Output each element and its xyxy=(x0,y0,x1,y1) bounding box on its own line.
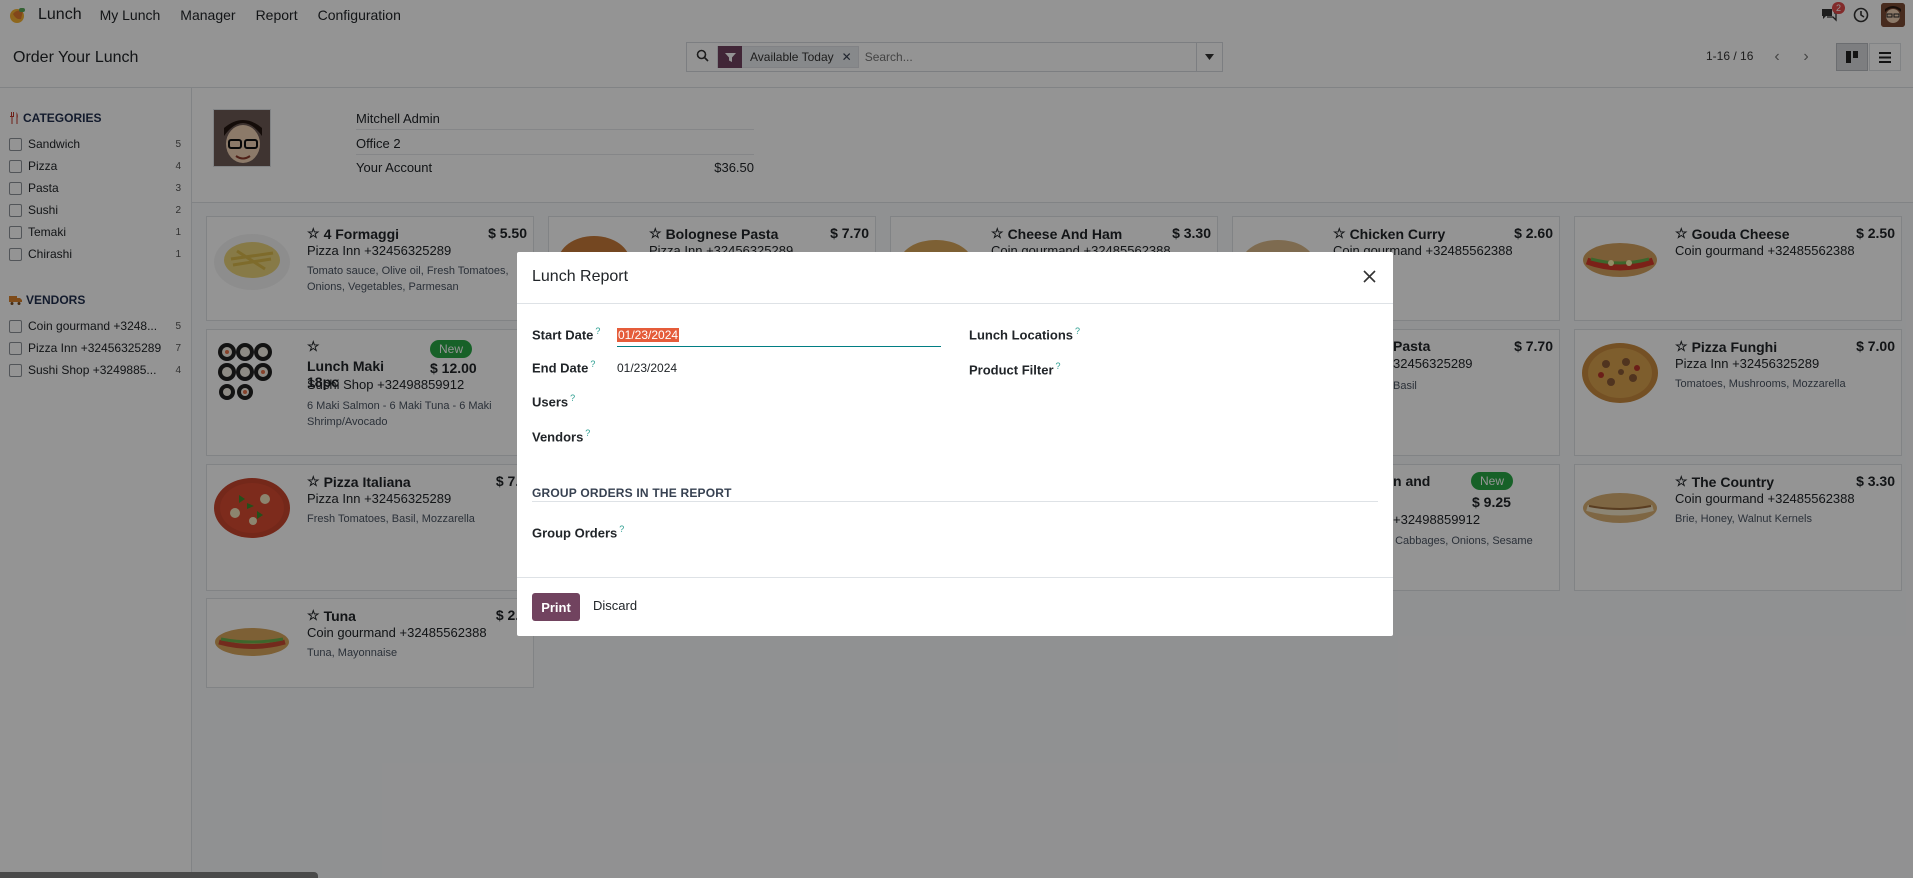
end-date-label: End Date? xyxy=(532,359,596,376)
lunch-locations-field[interactable] xyxy=(1117,322,1377,344)
discard-button[interactable]: Discard xyxy=(593,598,637,613)
group-orders-section-title: GROUP ORDERS IN THE REPORT xyxy=(532,486,732,500)
dialog-header: Lunch Report xyxy=(517,252,1393,304)
section-divider xyxy=(532,501,1378,502)
end-date-input[interactable]: 01/23/2024 xyxy=(617,361,677,375)
start-date-underline xyxy=(617,346,941,347)
help-tooltip-icon[interactable]: ? xyxy=(595,326,600,336)
help-tooltip-icon[interactable]: ? xyxy=(585,428,590,438)
dialog-title: Lunch Report xyxy=(532,268,629,285)
lunch-locations-label: Lunch Locations? xyxy=(969,326,1081,343)
group-orders-label: Group Orders? xyxy=(532,524,625,541)
vendors-field[interactable] xyxy=(617,424,941,446)
vendors-label: Vendors? xyxy=(532,428,591,445)
product-filter-label: Product Filter? xyxy=(969,361,1061,378)
users-label: Users? xyxy=(532,393,576,410)
lunch-report-dialog: Lunch Report Start Date? 01/23/2024 End … xyxy=(517,252,1393,636)
start-date-label: Start Date? xyxy=(532,326,601,343)
help-tooltip-icon[interactable]: ? xyxy=(1056,361,1061,371)
print-button[interactable]: Print xyxy=(532,593,580,621)
start-date-input[interactable]: 01/23/2024 xyxy=(617,328,680,342)
help-tooltip-icon[interactable]: ? xyxy=(619,524,624,534)
help-tooltip-icon[interactable]: ? xyxy=(590,359,595,369)
close-icon[interactable] xyxy=(1357,264,1381,288)
dialog-footer: Print Discard xyxy=(517,577,1393,636)
product-filter-field[interactable] xyxy=(1117,357,1377,379)
group-orders-field[interactable] xyxy=(627,520,927,542)
help-tooltip-icon[interactable]: ? xyxy=(570,393,575,403)
browser-status-bar xyxy=(0,872,318,878)
users-field[interactable] xyxy=(617,389,941,411)
help-tooltip-icon[interactable]: ? xyxy=(1075,326,1080,336)
